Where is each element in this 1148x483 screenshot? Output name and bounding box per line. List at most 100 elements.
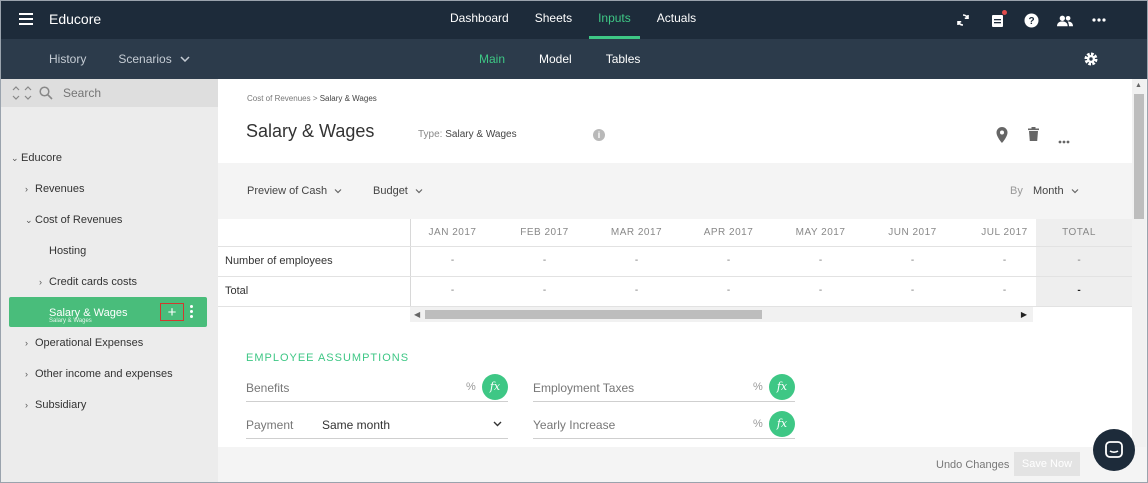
row-rule (218, 276, 1133, 277)
sidebar-item-subsidiary[interactable]: › Subsidiary (25, 399, 86, 411)
benefits-field[interactable]: Benefits % (246, 374, 508, 402)
yearly-increase-field[interactable]: Yearly Increase % (533, 411, 795, 439)
tab-model[interactable]: Model (539, 52, 572, 66)
vertical-scrollbar[interactable]: ▲ (1132, 79, 1146, 447)
table-cell[interactable]: - (411, 255, 494, 266)
scenarios-label: Scenarios (118, 52, 172, 66)
expand-collapse-icon[interactable] (11, 85, 33, 101)
column-header: JAN 2017 (428, 227, 477, 238)
column-header: APR 2017 (703, 227, 754, 238)
fx-button-employment-taxes[interactable]: fx (769, 374, 795, 400)
more-options-icon[interactable] (1091, 12, 1107, 28)
sidebar-item-cost-of-revenues[interactable]: ⌄ Cost of Revenues (25, 214, 122, 226)
table-cell: - (450, 285, 455, 296)
sidebar-item-operational-expenses[interactable]: › Operational Expenses (25, 337, 143, 349)
gear-icon[interactable] (1083, 51, 1099, 67)
table-cell[interactable]: - (595, 255, 678, 266)
chevron-right-icon: › (25, 369, 28, 379)
period-dropdown[interactable]: Month (1033, 185, 1079, 197)
main-nav: Dashboard Sheets Inputs Actuals (441, 1, 713, 39)
search-icon[interactable] (39, 86, 53, 100)
chevron-right-icon: › (25, 338, 28, 348)
scroll-left-arrow-icon[interactable]: ◀ (414, 310, 420, 319)
footer-bar: Undo Changes Save Now (218, 447, 1147, 482)
table-cell[interactable]: - (687, 255, 770, 266)
users-icon[interactable] (1057, 12, 1073, 28)
scroll-up-arrow-icon[interactable]: ▲ (1135, 82, 1142, 89)
save-now-button[interactable]: Save Now (1014, 452, 1080, 476)
add-child-button[interactable]: + (160, 303, 184, 321)
nav-dashboard[interactable]: Dashboard (441, 1, 518, 39)
tab-main[interactable]: Main (479, 52, 505, 66)
nav-actuals[interactable]: Actuals (648, 1, 705, 39)
benefits-label: Benefits (246, 381, 290, 395)
scenarios-dropdown[interactable]: Scenarios (118, 52, 190, 66)
type-value: Salary & Wages (445, 129, 517, 140)
by-label: By (1010, 185, 1023, 197)
row-label: Total (225, 285, 249, 297)
notifications-icon[interactable] (989, 10, 1007, 28)
scrollbar-thumb[interactable] (425, 310, 762, 319)
section-title: EMPLOYEE ASSUMPTIONS (246, 352, 410, 364)
breadcrumb-parent[interactable]: Cost of Revenues (247, 94, 311, 103)
more-options-icon[interactable] (1058, 133, 1072, 149)
page-title: Salary & Wages (246, 121, 375, 141)
fx-button-yearly-increase[interactable]: fx (769, 411, 795, 437)
chevron-right-icon: › (39, 277, 42, 287)
chat-support-button[interactable] (1093, 429, 1135, 471)
info-icon[interactable]: i (593, 129, 605, 141)
employment-taxes-field[interactable]: Employment Taxes % (533, 374, 795, 402)
trash-icon[interactable] (1028, 127, 1042, 143)
benefits-unit: % (466, 381, 476, 393)
sidebar-item-hosting[interactable]: Hosting (49, 245, 86, 257)
employee-assumptions: EMPLOYEE ASSUMPTIONS Benefits % fx Emplo… (218, 322, 1133, 447)
table-cell: - (818, 285, 823, 296)
chevron-down-icon (334, 189, 342, 194)
sidebar-item-other-income[interactable]: › Other income and expenses (25, 368, 173, 380)
payment-select[interactable]: Payment Same month (246, 411, 508, 439)
nav-sheets[interactable]: Sheets (526, 1, 581, 39)
type-line: Type: Salary & Wages (418, 129, 517, 140)
payment-label: Payment (246, 418, 294, 432)
table-cell: - (726, 285, 731, 296)
location-pin-icon[interactable] (996, 127, 1010, 143)
scroll-right-arrow-icon[interactable]: ▶ (1021, 310, 1027, 319)
table-cell[interactable]: - (871, 255, 954, 266)
table-cell[interactable]: - (963, 255, 1046, 266)
sidebar-item-label: Hosting (49, 245, 87, 257)
column-header: MAR 2017 (610, 227, 663, 238)
chevron-right-icon: › (25, 184, 28, 194)
payment-value: Same month (322, 418, 391, 432)
horizontal-scrollbar[interactable]: ◀ ▶ (410, 307, 1033, 322)
chevron-down-icon (180, 56, 190, 62)
sidebar-item-salary-wages[interactable]: Salary & Wages Salary & Wages + (9, 297, 207, 327)
sidebar-item-revenues[interactable]: › Revenues (25, 183, 85, 195)
sidebar-item-credit-cards-costs[interactable]: › Credit cards costs (39, 276, 137, 288)
history-link[interactable]: History (49, 52, 86, 66)
scrollbar-thumb[interactable] (1134, 94, 1144, 219)
undo-changes-button[interactable]: Undo Changes (936, 459, 1009, 471)
hamburger-menu-icon[interactable] (19, 13, 33, 25)
sync-icon[interactable] (955, 12, 971, 28)
tab-tables[interactable]: Tables (606, 52, 641, 66)
table-cell[interactable]: - (779, 255, 862, 266)
help-icon[interactable]: ? (1023, 12, 1039, 28)
plus-icon: + (167, 303, 177, 321)
column-header: JUL 2017 (981, 227, 1028, 238)
sidebar-item-educore[interactable]: ⌄ Educore (11, 152, 62, 164)
item-menu-icon[interactable] (190, 305, 194, 319)
table-controls: Preview of Cash Budget By Month (218, 163, 1133, 219)
preview-cash-dropdown[interactable]: Preview of Cash (247, 185, 342, 197)
table-cell: - (542, 285, 547, 296)
fx-button-benefits[interactable]: fx (482, 374, 508, 400)
chevron-down-icon: ⌄ (25, 214, 33, 225)
table-cell[interactable]: - (503, 255, 586, 266)
table-cell: - (634, 285, 639, 296)
svg-text:?: ? (1028, 16, 1034, 27)
table-cell-total: - (1077, 285, 1081, 296)
breadcrumb: Cost of Revenues > Salary & Wages (247, 94, 377, 103)
budget-dropdown[interactable]: Budget (373, 185, 423, 197)
search-input[interactable] (63, 86, 183, 100)
yearly-increase-unit: % (753, 418, 763, 430)
nav-inputs[interactable]: Inputs (589, 1, 640, 39)
